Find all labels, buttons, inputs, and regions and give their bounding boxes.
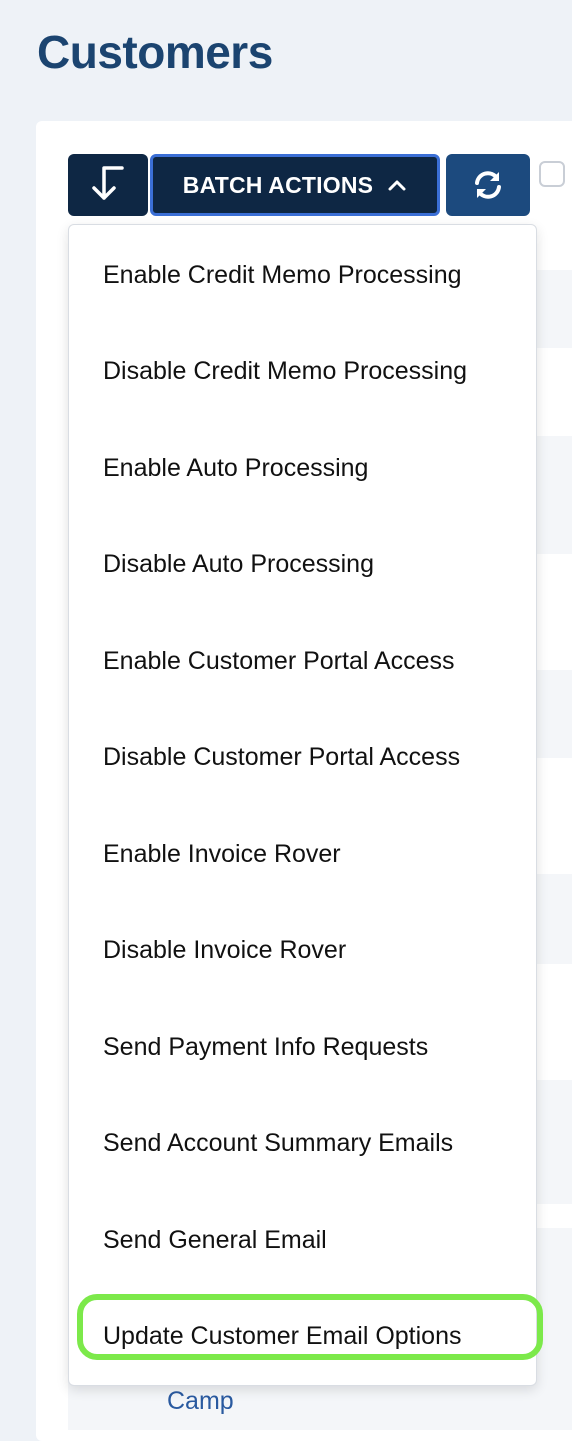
customer-name-link[interactable]: Camp bbox=[167, 1384, 234, 1418]
batch-actions-label: BATCH ACTIONS bbox=[182, 171, 374, 198]
page-title: Customers bbox=[37, 26, 273, 78]
menu-item-update-customer-email-options[interactable]: Update Customer Email Options bbox=[103, 1319, 461, 1353]
menu-item-enable-auto-processing[interactable]: Enable Auto Processing bbox=[103, 451, 368, 485]
batch-actions-button[interactable]: BATCH ACTIONS bbox=[150, 154, 440, 216]
menu-item-send-account-summary-emails[interactable]: Send Account Summary Emails bbox=[103, 1126, 453, 1160]
menu-item-enable-invoice-rover[interactable]: Enable Invoice Rover bbox=[103, 837, 341, 871]
refresh-icon bbox=[475, 171, 501, 199]
menu-item-disable-invoice-rover[interactable]: Disable Invoice Rover bbox=[103, 933, 346, 967]
menu-item-disable-credit-memo-processing[interactable]: Disable Credit Memo Processing bbox=[103, 354, 467, 388]
batch-actions-menu: Enable Credit Memo Processing Disable Cr… bbox=[68, 224, 537, 1386]
download-arrow-icon bbox=[92, 166, 124, 200]
select-all-checkbox[interactable] bbox=[539, 161, 565, 187]
menu-item-enable-credit-memo-processing[interactable]: Enable Credit Memo Processing bbox=[103, 258, 462, 292]
menu-item-send-payment-info-requests[interactable]: Send Payment Info Requests bbox=[103, 1030, 428, 1064]
download-button[interactable] bbox=[68, 154, 148, 216]
refresh-button[interactable] bbox=[446, 154, 530, 216]
menu-item-send-general-email[interactable]: Send General Email bbox=[103, 1223, 327, 1257]
menu-item-enable-customer-portal-access[interactable]: Enable Customer Portal Access bbox=[103, 644, 455, 678]
chevron-up-icon bbox=[388, 180, 406, 191]
menu-item-disable-auto-processing[interactable]: Disable Auto Processing bbox=[103, 547, 374, 581]
menu-item-disable-customer-portal-access[interactable]: Disable Customer Portal Access bbox=[103, 740, 460, 774]
